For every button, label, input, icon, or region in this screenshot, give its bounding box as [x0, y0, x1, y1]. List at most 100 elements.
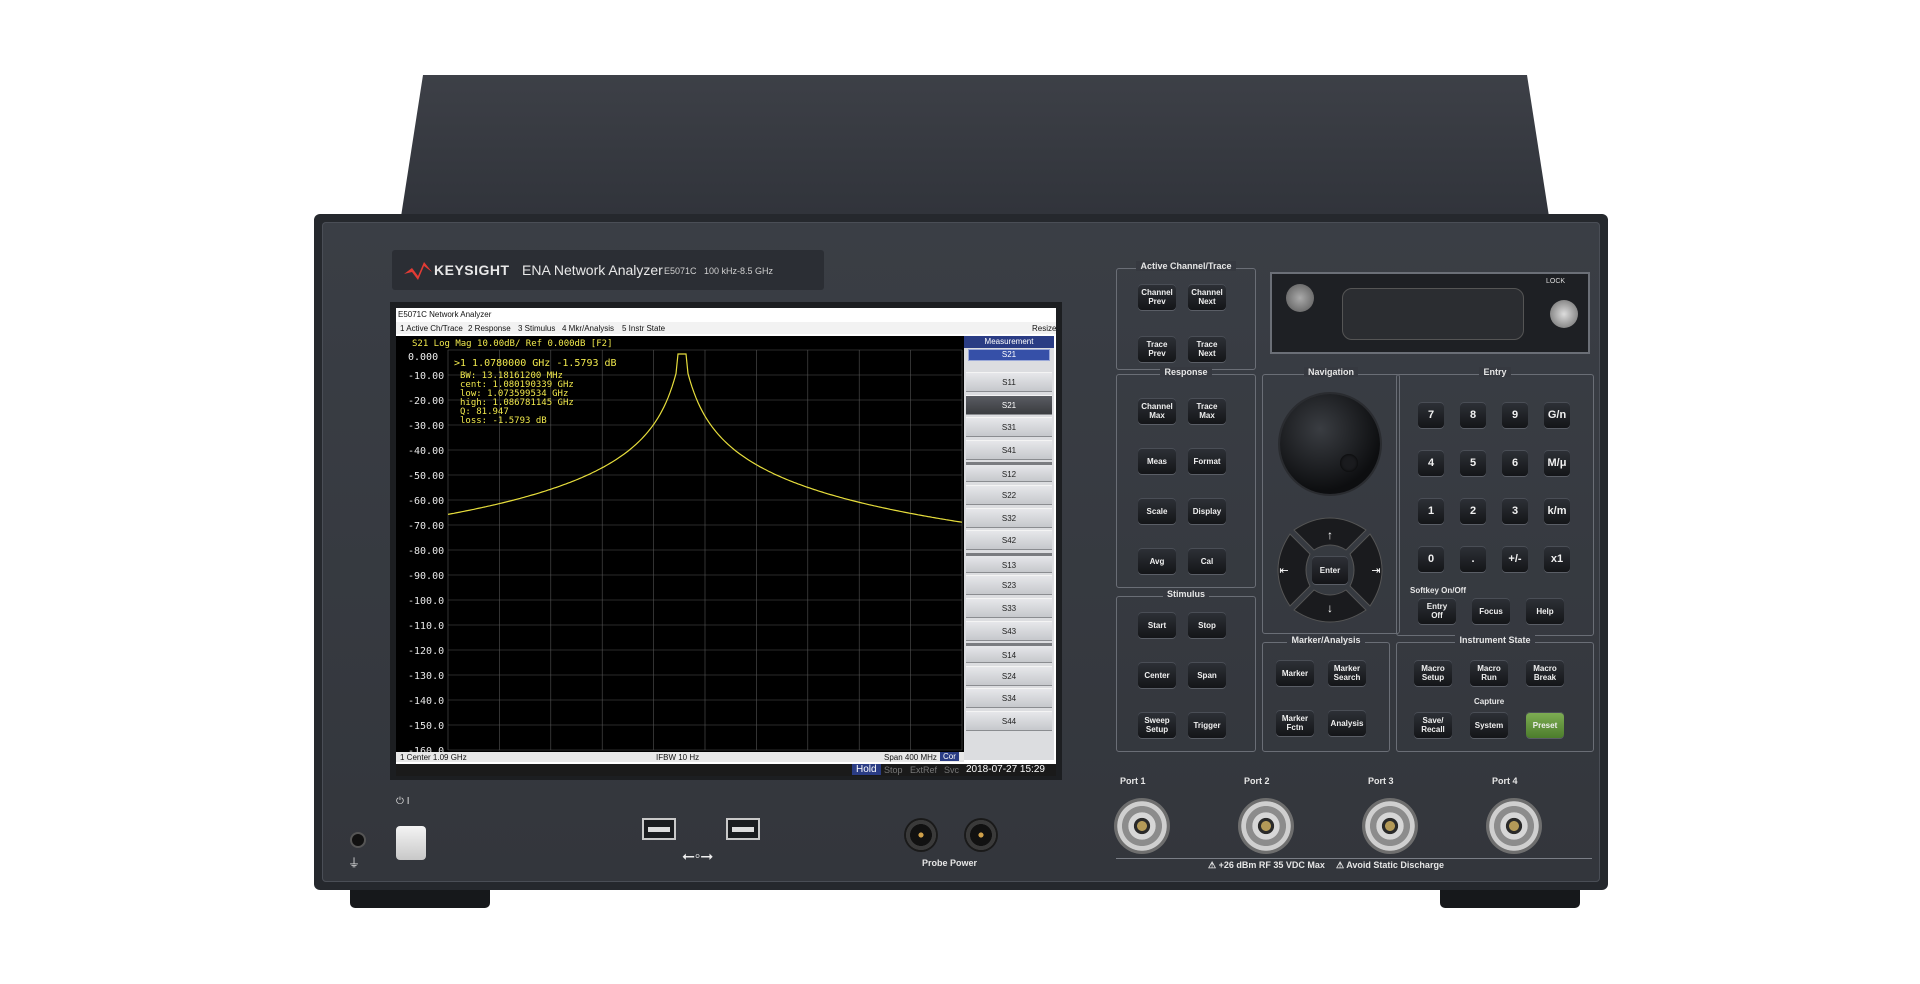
channel-prev-key[interactable]: Channel Prev: [1138, 284, 1176, 310]
softkey-s32[interactable]: S32: [966, 507, 1052, 528]
stop-key[interactable]: Stop: [1188, 612, 1226, 638]
entry-off-key[interactable]: Entry Off: [1418, 598, 1456, 624]
softkey-s24[interactable]: S24: [966, 665, 1052, 686]
entry-4-key[interactable]: 4: [1418, 450, 1444, 476]
save-recall-key[interactable]: Save/ Recall: [1414, 712, 1452, 738]
menu-active-ch[interactable]: 1 Active Ch/Trace: [400, 324, 463, 333]
macro-break-key[interactable]: Macro Break: [1526, 660, 1564, 686]
softkey-s41[interactable]: S41: [966, 439, 1052, 460]
port-3-connector[interactable]: [1362, 798, 1418, 854]
y-tick-label: -70.00: [408, 521, 444, 532]
channel-next-key[interactable]: Channel Next: [1188, 284, 1226, 310]
softkey-s43[interactable]: S43: [966, 620, 1052, 641]
entry-9-key[interactable]: 9: [1502, 402, 1528, 428]
probe-power-label: Probe Power: [922, 858, 978, 868]
center-freq: 1 Center 1.09 GHz: [400, 753, 467, 762]
softkey-s34[interactable]: S34: [966, 688, 1052, 709]
softkey-s23[interactable]: S23: [966, 575, 1052, 596]
right-arrow-icon: ⇥: [1371, 565, 1380, 577]
resize-button[interactable]: Resize: [1032, 324, 1056, 333]
marker-search-key[interactable]: Marker Search: [1328, 660, 1366, 686]
probe-power-jack-2[interactable]: [964, 818, 998, 852]
product-name: ENA Network Analyzer: [522, 262, 663, 278]
marker-key[interactable]: Marker: [1276, 660, 1314, 686]
entry-1-key[interactable]: 1: [1418, 498, 1444, 524]
avg-key[interactable]: Avg: [1138, 548, 1176, 574]
menu-response[interactable]: 2 Response: [468, 324, 511, 333]
menu-mkr-analysis[interactable]: 4 Mkr/Analysis: [562, 324, 614, 333]
softkey-s13[interactable]: S13: [966, 552, 1052, 573]
marker-stat-line: loss: -1.5793 dB: [460, 416, 547, 426]
instrument-state-title: Instrument State: [1455, 635, 1535, 645]
entry-m-key[interactable]: M/μ: [1544, 450, 1570, 476]
entry-2-key[interactable]: 2: [1460, 498, 1486, 524]
entry-k-m-key[interactable]: k/m: [1544, 498, 1570, 524]
entry-x1-key[interactable]: x1: [1544, 546, 1570, 572]
start-key[interactable]: Start: [1138, 612, 1176, 638]
probe-power-jack-1[interactable]: [904, 818, 938, 852]
lock-knob[interactable]: [1550, 300, 1578, 328]
entry-7-key[interactable]: 7: [1418, 402, 1444, 428]
port-4-connector[interactable]: [1486, 798, 1542, 854]
entry-g-n-key[interactable]: G/n: [1544, 402, 1570, 428]
softkey-s31[interactable]: S31: [966, 417, 1052, 438]
entry-0-key[interactable]: 0: [1418, 546, 1444, 572]
trace-prev-key[interactable]: Trace Prev: [1138, 336, 1176, 362]
marker-fctn-key[interactable]: Marker Fctn: [1276, 710, 1314, 736]
entry-5-key[interactable]: 5: [1460, 450, 1486, 476]
y-tick-label: -80.00: [408, 546, 444, 557]
port-4-label: Port 4: [1492, 776, 1518, 786]
entry-key-key[interactable]: .: [1460, 546, 1486, 572]
softkey-s44[interactable]: S44: [966, 711, 1052, 731]
softkey-s14[interactable]: S14: [966, 643, 1052, 664]
menu-instr-state[interactable]: 5 Instr State: [622, 324, 665, 333]
trace-next-key[interactable]: Trace Next: [1188, 336, 1226, 362]
port-2-connector[interactable]: [1238, 798, 1294, 854]
trigger-key[interactable]: Trigger: [1188, 712, 1226, 738]
softkey-current: S21: [968, 349, 1050, 361]
softkey-s12[interactable]: S12: [966, 462, 1052, 483]
cal-key[interactable]: Cal: [1188, 548, 1226, 574]
rf-warning-text: +26 dBm RF 35 VDC Max: [1218, 860, 1325, 870]
capture-label: Capture: [1474, 697, 1505, 706]
softkey-s42[interactable]: S42: [966, 530, 1052, 551]
meas-key[interactable]: Meas: [1138, 448, 1176, 474]
enter-key[interactable]: Enter: [1312, 556, 1348, 584]
cor-indicator: Cor: [940, 752, 959, 761]
entry-3-key[interactable]: 3: [1502, 498, 1528, 524]
macro-run-key[interactable]: Macro Run: [1470, 660, 1508, 686]
softkey-s22[interactable]: S22: [966, 485, 1052, 505]
entry-6-key[interactable]: 6: [1502, 450, 1528, 476]
entry-8-key[interactable]: 8: [1460, 402, 1486, 428]
format-key[interactable]: Format: [1188, 448, 1226, 474]
scale-key[interactable]: Scale: [1138, 498, 1176, 524]
system-key[interactable]: System: [1470, 712, 1508, 738]
expansion-port-area: LOCK: [1270, 272, 1590, 354]
preset-key[interactable]: Preset: [1526, 712, 1564, 738]
display-key[interactable]: Display: [1188, 498, 1226, 524]
span-key[interactable]: Span: [1188, 662, 1226, 688]
brand-name: KEYSIGHT: [434, 262, 510, 278]
trace-max-key[interactable]: Trace Max: [1188, 398, 1226, 424]
softkey-s21[interactable]: S21: [966, 394, 1052, 415]
menu-stimulus[interactable]: 3 Stimulus: [518, 324, 555, 333]
analysis-key[interactable]: Analysis: [1328, 710, 1366, 736]
softkey-s11[interactable]: S11: [966, 372, 1052, 392]
help-key[interactable]: Help: [1526, 598, 1564, 624]
channel-max-key[interactable]: Channel Max: [1138, 398, 1176, 424]
active-channel-group: Active Channel/Trace: [1116, 261, 1256, 370]
rotary-knob[interactable]: [1280, 394, 1380, 494]
focus-key[interactable]: Focus: [1472, 598, 1510, 624]
power-button[interactable]: [396, 826, 426, 860]
y-tick-label: -110.0: [408, 621, 444, 632]
port-1-connector[interactable]: [1114, 798, 1170, 854]
macro-setup-key[interactable]: Macro Setup: [1414, 660, 1452, 686]
entry-key-key[interactable]: +/-: [1502, 546, 1528, 572]
softkey-onoff-label: Softkey On/Off: [1410, 586, 1467, 595]
center-key[interactable]: Center: [1138, 662, 1176, 688]
y-tick-label: -130.0: [408, 671, 444, 682]
usb-port-1[interactable]: [642, 818, 676, 840]
usb-port-2[interactable]: [726, 818, 760, 840]
sweep-setup-key[interactable]: Sweep Setup: [1138, 712, 1176, 738]
softkey-s33[interactable]: S33: [966, 598, 1052, 618]
